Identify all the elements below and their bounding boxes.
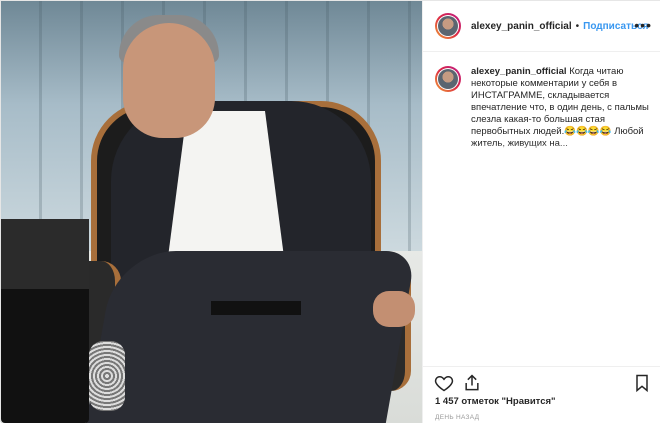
caption-comment: alexey_panin_official Когда читаю некото…	[423, 52, 660, 352]
likes-count[interactable]: 1 457 отметок "Нравится"	[435, 396, 556, 407]
post-side-panel: alexey_panin_official • Подписаться ••• …	[422, 1, 660, 423]
caption-text-block: alexey_panin_official Когда читаю некото…	[471, 66, 652, 152]
share-upload-icon[interactable]	[462, 373, 482, 393]
caption-avatar-image	[438, 69, 458, 89]
man-hand-right	[373, 291, 415, 327]
post-actions-bar	[423, 366, 660, 396]
header-username[interactable]: alexey_panin_official	[471, 21, 572, 32]
post-photo[interactable]	[1, 1, 422, 423]
decorative-pillow	[89, 341, 125, 411]
more-horizontal-icon[interactable]: •••	[634, 17, 652, 33]
avatar-image	[438, 16, 458, 36]
caption-username[interactable]: alexey_panin_official	[471, 66, 567, 77]
camera-body	[1, 219, 89, 289]
likes-number: 1 457	[435, 396, 459, 407]
instagram-post: alexey_panin_official • Подписаться ••• …	[0, 0, 660, 423]
caption-avatar-ring	[437, 68, 459, 90]
man-legs	[85, 251, 417, 423]
header-separator: •	[575, 20, 580, 32]
avatar-ring	[437, 15, 459, 37]
caption-avatar[interactable]	[435, 66, 461, 92]
heart-icon[interactable]	[434, 373, 454, 393]
likes-label: отметок "Нравится"	[461, 396, 556, 407]
man-head	[123, 23, 215, 138]
man-belt	[211, 301, 301, 315]
caption-text: Когда читаю некоторые комментарии у себя…	[471, 66, 649, 149]
post-header: alexey_panin_official • Подписаться •••	[423, 1, 660, 52]
bookmark-icon[interactable]	[632, 373, 652, 393]
avatar[interactable]	[435, 13, 461, 39]
post-timestamp[interactable]: день назад	[435, 414, 479, 421]
